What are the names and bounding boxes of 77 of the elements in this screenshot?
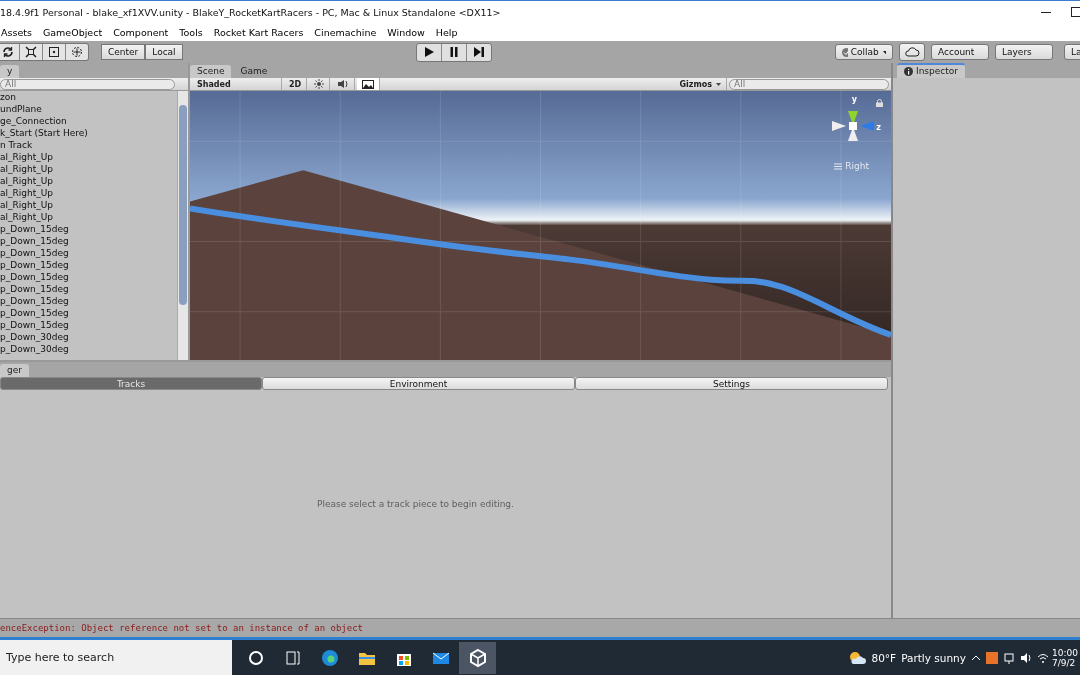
collab-button[interactable]: Collab bbox=[835, 44, 893, 60]
hierarchy-item[interactable]: p_Down_15deg bbox=[0, 235, 177, 247]
chevron-up-icon[interactable] bbox=[971, 654, 981, 661]
sun-cloud-icon[interactable] bbox=[848, 650, 867, 665]
app-tray-icon[interactable] bbox=[986, 651, 998, 664]
account-dropdown[interactable]: Account bbox=[931, 44, 989, 60]
hierarchy-item[interactable]: p_Down_30deg bbox=[0, 331, 177, 343]
menu-item[interactable]: GameObject bbox=[42, 26, 103, 38]
hierarchy-item[interactable]: p_Down_15deg bbox=[0, 271, 177, 283]
hierarchy-item[interactable]: al_Right_Up bbox=[0, 175, 177, 187]
axis-label: z bbox=[876, 123, 881, 132]
check-icon bbox=[842, 47, 848, 57]
menu-item[interactable]: Window bbox=[387, 26, 425, 38]
shading-dropdown[interactable]: Shaded bbox=[192, 78, 282, 90]
cloud-icon[interactable] bbox=[899, 43, 925, 61]
clock-date[interactable]: 7/9/2 bbox=[1052, 657, 1080, 668]
gizmos-dropdown[interactable]: Gizmos bbox=[674, 78, 727, 90]
hierarchy-tab[interactable]: y bbox=[0, 65, 20, 78]
menu-item[interactable]: Rocket Kart Racers bbox=[213, 26, 304, 38]
menu-item[interactable]: Tools bbox=[179, 26, 203, 38]
pivot-button[interactable]: Center bbox=[101, 44, 146, 60]
hierarchy-item[interactable]: p_Down_15deg bbox=[0, 307, 177, 319]
hierarchy-item[interactable]: p_Down_15deg bbox=[0, 259, 177, 271]
taskbar-search-field[interactable]: Type here to search bbox=[0, 640, 232, 675]
maximize-icon[interactable] bbox=[1071, 7, 1080, 17]
hierarchy-item[interactable]: al_Right_Up bbox=[0, 211, 177, 223]
hierarchy-item[interactable]: p_Down_15deg bbox=[0, 319, 177, 331]
space-button[interactable]: Local bbox=[145, 44, 183, 60]
console-error-message[interactable]: enceException: Object reference not set to an instance of an object bbox=[0, 623, 364, 633]
layers-dropdown[interactable]: Layers bbox=[995, 44, 1053, 60]
lock-icon[interactable] bbox=[876, 99, 883, 107]
cube-app-icon[interactable] bbox=[459, 641, 496, 674]
menu-item[interactable]: Help bbox=[435, 26, 458, 38]
menu-icon[interactable] bbox=[834, 162, 843, 170]
hierarchy-item[interactable]: p_Down_15deg bbox=[0, 223, 177, 235]
segment-tab[interactable]: Environment bbox=[262, 377, 575, 390]
clock-time[interactable]: 10:00 bbox=[1052, 647, 1080, 658]
temperature[interactable]: 80°F bbox=[871, 651, 897, 664]
hierarchy-item[interactable]: p_Down_15deg bbox=[0, 283, 177, 295]
segment-tab[interactable]: Tracks bbox=[0, 377, 262, 390]
2d-toggle[interactable]: 2D bbox=[284, 78, 308, 90]
hierarchy-item[interactable]: al_Right_Up bbox=[0, 187, 177, 199]
view-tab[interactable]: Game bbox=[233, 65, 275, 78]
hierarchy-item[interactable]: p_Down_15deg bbox=[0, 247, 177, 259]
hierarchy-item[interactable]: undPlane bbox=[0, 103, 177, 115]
hierarchy-item[interactable]: p_Down_30deg bbox=[0, 343, 177, 355]
minimize-icon[interactable] bbox=[1041, 11, 1051, 13]
menu-item[interactable]: Cinemachine bbox=[314, 26, 377, 38]
axis-label: y bbox=[851, 95, 857, 104]
layout-dropdown[interactable]: La bbox=[1064, 44, 1080, 60]
segment-tab[interactable]: Settings bbox=[575, 377, 888, 390]
network-icon[interactable] bbox=[1003, 651, 1015, 664]
hierarchy-item[interactable]: al_Right_Up bbox=[0, 163, 177, 175]
hierarchy-item[interactable]: n Track bbox=[0, 139, 177, 151]
search-field[interactable]: All bbox=[0, 78, 175, 90]
image-effects-icon[interactable] bbox=[357, 78, 381, 90]
hierarchy-item[interactable]: al_Right_Up bbox=[0, 199, 177, 211]
hierarchy-item[interactable]: al_Right_Up bbox=[0, 151, 177, 163]
view-tab[interactable]: Scene bbox=[190, 65, 232, 78]
hierarchy-item[interactable]: ge_Connection bbox=[0, 115, 177, 127]
wifi-icon[interactable] bbox=[1037, 651, 1049, 664]
window-title: 18.4.9f1 Personal - blake_xf1XVV.unity - BlakeY_RocketKartRacers - PC, Mac & Linux Standalone <DX11> bbox=[0, 6, 502, 18]
scrollbar[interactable] bbox=[177, 91, 188, 360]
empty-message: Please select a track piece to begin editing. bbox=[317, 499, 514, 509]
hierarchy-item[interactable]: zon bbox=[0, 91, 177, 103]
caret-icon bbox=[882, 50, 886, 54]
menu-item[interactable]: Assets bbox=[1, 26, 32, 38]
caret-icon bbox=[716, 82, 721, 86]
track-manager-tab[interactable]: ger bbox=[0, 364, 29, 377]
hierarchy-item[interactable]: p_Down_15deg bbox=[0, 295, 177, 307]
menu-item[interactable]: Component bbox=[113, 26, 169, 38]
inspector-tab[interactable]: Inspector bbox=[897, 63, 965, 78]
info-icon bbox=[904, 67, 913, 76]
hierarchy-item[interactable]: k_Start (Start Here) bbox=[0, 127, 177, 139]
search-field[interactable]: All bbox=[729, 78, 889, 90]
speaker-icon[interactable] bbox=[1020, 651, 1032, 664]
weather-text[interactable]: Partly sunny bbox=[901, 651, 966, 664]
